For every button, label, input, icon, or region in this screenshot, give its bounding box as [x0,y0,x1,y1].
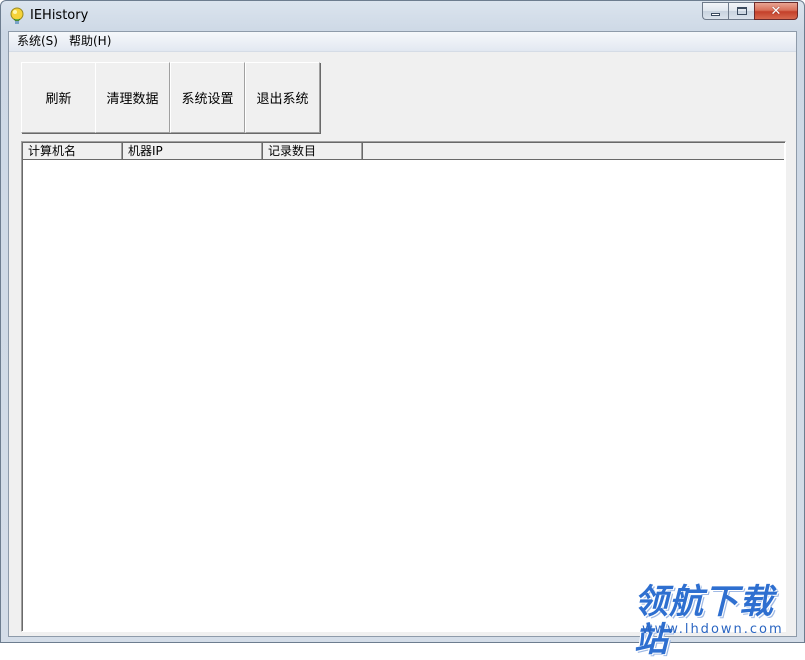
title-bar[interactable]: IEHistory ✕ [1,1,804,31]
lightbulb-icon [9,7,25,25]
maximize-button[interactable] [728,2,754,20]
minimize-button[interactable] [702,2,728,20]
watermark-logo: 领航下载站 www.lhdown.com [628,583,798,659]
list-header: 计算机名 机器IP 记录数目 [23,143,784,160]
minimize-icon [711,12,720,16]
watermark-url: www.lhdown.com [642,622,784,637]
menu-help[interactable]: 帮助(H) [66,33,114,50]
system-settings-button[interactable]: 系统设置 [170,62,245,133]
caption-buttons: ✕ [702,2,798,22]
refresh-button[interactable]: 刷新 [21,62,96,133]
column-header-computer-name[interactable]: 计算机名 [23,143,123,159]
menu-bar: 系统(S) 帮助(H) [9,32,796,52]
menu-system[interactable]: 系统(S) [14,33,61,50]
column-header-machine-ip[interactable]: 机器IP [123,143,263,159]
close-button[interactable]: ✕ [754,2,798,20]
close-icon: ✕ [770,3,782,19]
window-title: IEHistory [30,8,89,23]
watermark-text: 领航下载站 [634,582,774,660]
computer-list[interactable]: 计算机名 机器IP 记录数目 [21,141,786,632]
clean-data-button[interactable]: 清理数据 [95,62,170,133]
column-header-record-count[interactable]: 记录数目 [263,143,363,159]
maximize-icon [736,7,747,15]
exit-system-button[interactable]: 退出系统 [245,62,320,133]
client-area: 系统(S) 帮助(H) 刷新 清理数据 系统设置 退出系统 计算机名 机器IP … [8,31,797,637]
app-window: IEHistory ✕ 系统(S) 帮助(H) 刷新 清理数据 系统设置 退出系… [0,0,805,643]
